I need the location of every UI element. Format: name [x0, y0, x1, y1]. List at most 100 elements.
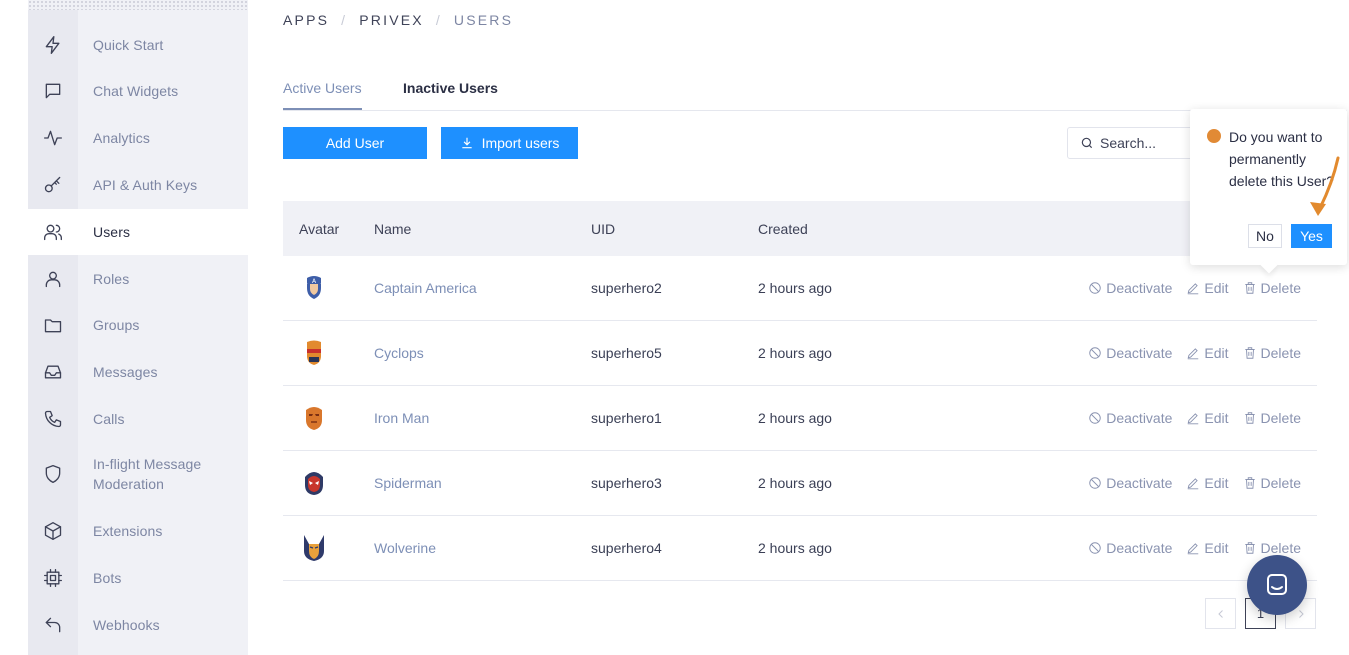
deactivate-label: Deactivate	[1106, 475, 1173, 491]
table-row: Cyclops superhero5 2 hours ago Deactivat…	[283, 321, 1317, 386]
breadcrumb-separator: /	[435, 12, 442, 28]
iron-man-avatar-icon	[299, 402, 329, 435]
sidebar-item-messages[interactable]: Messages	[28, 349, 248, 395]
delete-button[interactable]: Delete	[1243, 280, 1301, 296]
sidebar-item-chat-widgets[interactable]: Chat Widgets	[28, 68, 248, 114]
ban-icon	[1089, 477, 1101, 489]
chat-launcher-button[interactable]	[1247, 555, 1307, 615]
deactivate-label: Deactivate	[1106, 280, 1173, 296]
chat-bubble-icon	[28, 68, 78, 114]
sidebar-item-quick-start[interactable]: Quick Start	[28, 22, 248, 68]
sidebar-item-roles[interactable]: Roles	[28, 256, 248, 302]
breadcrumb-privex[interactable]: PRIVEX	[359, 12, 424, 28]
import-users-button[interactable]: Import users	[441, 127, 578, 159]
sidebar-item-in-flight-message-moderation[interactable]: In-flight Message Moderation	[28, 451, 248, 497]
delete-button[interactable]: Delete	[1243, 345, 1301, 361]
deactivate-button[interactable]: Deactivate	[1088, 410, 1172, 426]
sidebar-item-extensions[interactable]: Extensions	[28, 508, 248, 554]
lightning-icon	[28, 22, 78, 68]
pagination-prev-button[interactable]	[1205, 598, 1236, 629]
user-name-link[interactable]: Wolverine	[374, 540, 436, 556]
edit-label: Edit	[1204, 410, 1229, 426]
row-actions: Deactivate Edit Delete	[1088, 410, 1301, 426]
edit-button[interactable]: Edit	[1186, 540, 1229, 556]
confirm-no-button[interactable]: No	[1248, 224, 1282, 248]
table-row: A Captain America superhero2 2 hours ago…	[283, 256, 1317, 321]
confirm-yes-button[interactable]: Yes	[1291, 224, 1332, 248]
wolverine-avatar-icon	[299, 532, 329, 565]
user-created: 2 hours ago	[758, 345, 832, 361]
sidebar-item-groups[interactable]: Groups	[28, 302, 248, 348]
user-name-link[interactable]: Spiderman	[374, 475, 442, 491]
sidebar-item-label: Bots	[93, 570, 122, 586]
pencil-icon	[1188, 478, 1199, 490]
annotation-arrow-icon	[1310, 156, 1340, 216]
chip-icon	[28, 555, 78, 601]
deactivate-button[interactable]: Deactivate	[1088, 475, 1172, 491]
sidebar-item-webhooks[interactable]: Webhooks	[28, 602, 248, 648]
ban-icon	[1089, 542, 1101, 554]
tab-inactive-users[interactable]: Inactive Users	[403, 80, 498, 96]
user-name-link[interactable]: Iron Man	[374, 410, 429, 426]
edit-button[interactable]: Edit	[1186, 475, 1229, 491]
pencil-icon	[1188, 543, 1199, 555]
key-icon	[28, 162, 78, 208]
ban-icon	[1089, 412, 1101, 424]
users-table: Avatar Name UID Created A Captain Americ…	[283, 201, 1317, 581]
delete-button[interactable]: Delete	[1243, 475, 1301, 491]
header-created: Created	[758, 220, 808, 237]
trash-icon	[1244, 477, 1255, 489]
trash-icon	[1244, 542, 1255, 554]
user-name-link[interactable]: Cyclops	[374, 345, 424, 361]
user-name-link[interactable]: Captain America	[374, 280, 477, 296]
chevron-right-icon	[1298, 609, 1304, 618]
header-name: Name	[374, 220, 412, 237]
deactivate-label: Deactivate	[1106, 345, 1173, 361]
user-uid: superhero3	[591, 475, 662, 491]
sidebar-item-api-auth-keys[interactable]: API & Auth Keys	[28, 162, 248, 208]
edit-button[interactable]: Edit	[1186, 345, 1229, 361]
sidebar-item-calls[interactable]: Calls	[28, 396, 248, 442]
import-users-label: Import users	[481, 135, 560, 151]
user-uid: superhero4	[591, 540, 662, 556]
ban-icon	[1089, 282, 1101, 294]
folder-icon	[28, 302, 78, 348]
sidebar-item-users[interactable]: Users	[28, 209, 248, 255]
sidebar-item-label: Users	[93, 224, 131, 240]
edit-button[interactable]: Edit	[1186, 280, 1229, 296]
chevron-left-icon	[1217, 609, 1223, 618]
search-icon	[1081, 137, 1093, 149]
edit-label: Edit	[1204, 540, 1229, 556]
breadcrumb-separator: /	[341, 12, 348, 28]
sidebar-item-label: In-flight Message Moderation	[93, 456, 202, 492]
row-actions: Deactivate Edit Delete	[1088, 345, 1301, 361]
table-row: Spiderman superhero3 2 hours ago Deactiv…	[283, 451, 1317, 516]
user-created: 2 hours ago	[758, 475, 832, 491]
user-tabs: Active Users Inactive Users	[283, 78, 1347, 111]
row-actions: Deactivate Edit Delete	[1088, 475, 1301, 491]
user-created: 2 hours ago	[758, 540, 832, 556]
breadcrumb-apps[interactable]: APPS	[283, 12, 329, 28]
user-created: 2 hours ago	[758, 410, 832, 426]
pencil-icon	[1188, 413, 1199, 425]
add-user-button[interactable]: Add User	[283, 127, 427, 159]
user-created: 2 hours ago	[758, 280, 832, 296]
deactivate-button[interactable]: Deactivate	[1088, 540, 1172, 556]
deactivate-button[interactable]: Deactivate	[1088, 280, 1172, 296]
header-uid: UID	[591, 220, 616, 237]
edit-label: Edit	[1204, 280, 1229, 296]
deactivate-label: Deactivate	[1106, 540, 1173, 556]
search-box[interactable]	[1067, 127, 1197, 159]
breadcrumb-users: USERS	[453, 12, 514, 28]
delete-label: Delete	[1260, 345, 1301, 361]
tab-active-users[interactable]: Active Users	[283, 80, 362, 110]
deactivate-button[interactable]: Deactivate	[1088, 345, 1172, 361]
user-uid: superhero5	[591, 345, 662, 361]
edit-button[interactable]: Edit	[1186, 410, 1229, 426]
delete-button[interactable]: Delete	[1243, 410, 1301, 426]
sidebar-item-bots[interactable]: Bots	[28, 555, 248, 601]
header-avatar: Avatar	[299, 220, 340, 237]
delete-button[interactable]: Delete	[1243, 540, 1301, 556]
search-input[interactable]	[1100, 135, 1180, 151]
sidebar-item-analytics[interactable]: Analytics	[28, 115, 248, 161]
